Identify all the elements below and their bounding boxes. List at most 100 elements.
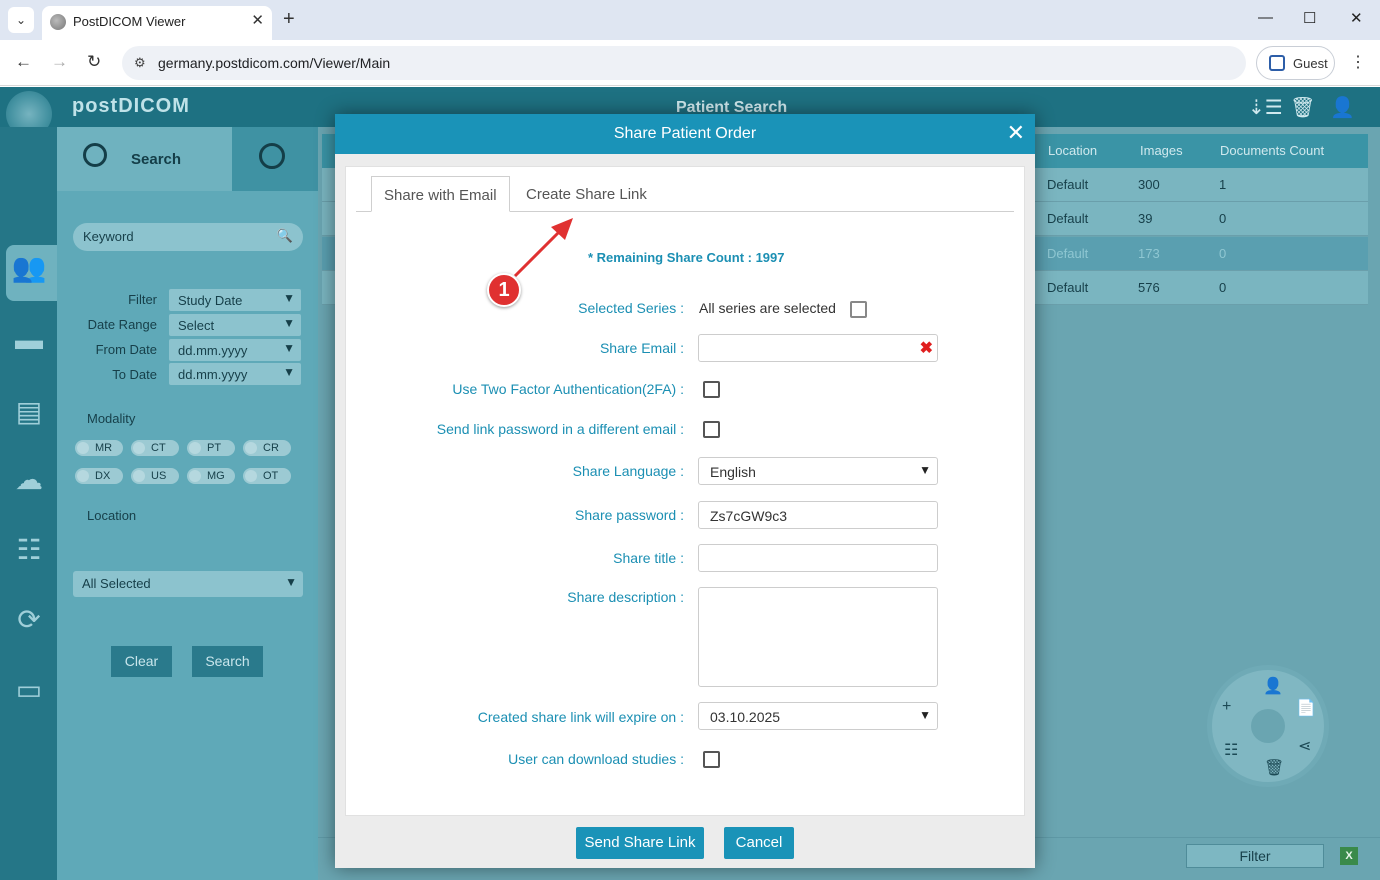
- tab-search[interactable]: Search: [57, 127, 232, 191]
- user-icon[interactable]: 👤: [1330, 95, 1355, 120]
- minimize-icon[interactable]: —: [1258, 9, 1273, 26]
- modality-toggle[interactable]: US: [131, 468, 179, 484]
- tab-search-label: Search: [131, 151, 182, 168]
- modality-toggle[interactable]: OT: [243, 468, 291, 484]
- studies-icon[interactable]: ▤: [10, 393, 48, 431]
- sort-icon[interactable]: ⇣☰: [1248, 95, 1283, 120]
- search-icon: [83, 143, 107, 167]
- share-language-value: English: [710, 464, 756, 480]
- filter-select[interactable]: Study Date ▼: [169, 289, 301, 311]
- forward-icon[interactable]: →: [51, 52, 68, 72]
- browser-tab[interactable]: PostDICOM Viewer ✕: [42, 6, 272, 40]
- download-checkbox[interactable]: [703, 751, 720, 768]
- filter-value: Study Date: [178, 293, 243, 308]
- date-range-value: Select: [178, 318, 215, 333]
- modal-header: Share Patient Order ✕: [335, 114, 1035, 154]
- to-date-value: dd.mm.yyyy: [178, 367, 248, 382]
- modality-toggle[interactable]: MR: [75, 440, 123, 456]
- monitor-icon[interactable]: ▭: [10, 671, 48, 709]
- reload-icon[interactable]: ↻: [87, 52, 101, 72]
- tab-advanced-search[interactable]: [232, 127, 318, 191]
- tab-list-button[interactable]: ⌄: [8, 7, 34, 33]
- expire-date-value: 03.10.2025: [710, 709, 781, 725]
- close-window-icon[interactable]: ✕: [1350, 9, 1363, 27]
- side-rail: 👥 ▬ ▤ ☁ ☷ ⟳ ▭: [0, 127, 57, 880]
- upload-cloud-icon[interactable]: ☁: [10, 461, 48, 499]
- site-info-icon[interactable]: ⚙: [134, 55, 146, 71]
- two-factor-checkbox[interactable]: [703, 381, 720, 398]
- share-email-field[interactable]: ✖: [698, 334, 938, 362]
- tab-create-share-link[interactable]: Create Share Link: [514, 176, 654, 212]
- delete-icon[interactable]: 🗑: [1264, 758, 1284, 778]
- profile-label: Guest: [1293, 56, 1328, 71]
- url-text: germany.postdicom.com/Viewer/Main: [158, 55, 391, 71]
- modality-toggle[interactable]: CT: [131, 440, 179, 456]
- search-list-icon[interactable]: ☷: [10, 531, 48, 569]
- filter-button[interactable]: Filter: [1186, 844, 1324, 868]
- send-password-checkbox[interactable]: [703, 421, 720, 438]
- modal-body: Share with Email Create Share Link * Rem…: [345, 166, 1025, 816]
- column-location[interactable]: Location: [1048, 143, 1097, 158]
- folder-icon[interactable]: ▬: [10, 321, 48, 359]
- clear-button[interactable]: Clear: [111, 646, 172, 677]
- tab-share-with-email[interactable]: Share with Email: [371, 176, 510, 212]
- date-range-select[interactable]: Select ▼: [169, 314, 301, 336]
- share-language-label: Share Language :: [572, 463, 684, 479]
- share-title-field[interactable]: [698, 544, 938, 572]
- expire-date-select[interactable]: 03.10.2025 ▼: [698, 702, 938, 730]
- expire-label: Created share link will expire on :: [477, 709, 684, 725]
- profile-icon: [1269, 55, 1285, 71]
- patients-icon[interactable]: 👥: [10, 249, 48, 287]
- search-panel: Search Keyword 🔍 Filter Study Date ▼ Date…: [57, 127, 318, 880]
- back-icon[interactable]: ←: [15, 52, 32, 72]
- keyword-input[interactable]: Keyword 🔍: [73, 223, 303, 251]
- cancel-button[interactable]: Cancel: [724, 827, 794, 859]
- close-tab-icon[interactable]: ✕: [251, 11, 264, 29]
- two-factor-label: Use Two Factor Authentication(2FA) :: [452, 381, 684, 397]
- modality-label: Modality: [87, 411, 136, 426]
- location-select[interactable]: All Selected ▼: [73, 571, 303, 597]
- chevron-down-icon: ▼: [283, 316, 295, 330]
- browser-menu-icon[interactable]: ⋮: [1350, 52, 1366, 72]
- modality-toggle[interactable]: PT: [187, 440, 235, 456]
- share-description-field[interactable]: [698, 587, 938, 687]
- to-date-input[interactable]: dd.mm.yyyy ▼: [169, 363, 301, 385]
- add-folder-icon[interactable]: +: [1222, 698, 1231, 716]
- close-icon[interactable]: ✕: [1007, 120, 1025, 146]
- keyword-search-icon[interactable]: 🔍: [277, 228, 293, 244]
- profile-button[interactable]: Guest: [1256, 46, 1335, 80]
- url-field[interactable]: ⚙ germany.postdicom.com/Viewer/Main: [122, 46, 1246, 80]
- share-description-label: Share description :: [567, 589, 684, 605]
- edit-icon[interactable]: [850, 301, 867, 318]
- share-icon[interactable]: ⋖: [1298, 736, 1311, 756]
- modality-toggle[interactable]: DX: [75, 468, 123, 484]
- date-range-label: Date Range: [87, 317, 157, 332]
- address-bar-row: ← → ↻ ⚙ germany.postdicom.com/Viewer/Mai…: [0, 40, 1380, 86]
- maximize-icon[interactable]: ☐: [1303, 9, 1316, 27]
- column-images[interactable]: Images: [1140, 143, 1183, 158]
- modality-toggle[interactable]: MG: [187, 468, 235, 484]
- excel-export-icon[interactable]: X: [1340, 847, 1358, 865]
- share-language-select[interactable]: English ▼: [698, 457, 938, 485]
- keyword-placeholder: Keyword: [83, 229, 134, 244]
- add-document-icon[interactable]: 📄: [1296, 698, 1316, 718]
- share-password-field[interactable]: Zs7cGW9c3: [698, 501, 938, 529]
- add-user-icon[interactable]: 👤: [1263, 676, 1283, 696]
- chevron-down-icon: ▼: [283, 365, 295, 379]
- send-password-label: Send link password in a different email …: [436, 421, 684, 437]
- report-icon[interactable]: ☷: [1224, 740, 1238, 760]
- location-label: Location: [87, 508, 137, 523]
- open-folder-icon[interactable]: [1251, 709, 1285, 743]
- sync-icon[interactable]: ⟳: [10, 601, 48, 639]
- share-email-label: Share Email :: [599, 340, 684, 356]
- remaining-share-count: * Remaining Share Count : 1997: [588, 250, 785, 265]
- search-button[interactable]: Search: [192, 646, 263, 677]
- from-date-input[interactable]: dd.mm.yyyy ▼: [169, 339, 301, 361]
- send-share-link-button[interactable]: Send Share Link: [576, 827, 704, 859]
- new-tab-icon[interactable]: +: [283, 8, 295, 31]
- modality-toggle[interactable]: CR: [243, 440, 291, 456]
- app-logo: postDICOM: [72, 95, 190, 117]
- column-documents-count[interactable]: Documents Count: [1220, 143, 1324, 158]
- annotation-step-badge: 1: [487, 273, 521, 307]
- recycle-bin-icon[interactable]: 🗑: [1290, 95, 1315, 120]
